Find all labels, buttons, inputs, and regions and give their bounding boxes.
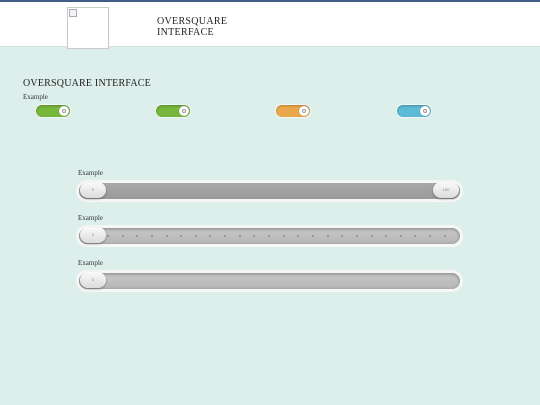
stepped-slider-track[interactable]: 0	[79, 227, 460, 244]
range-slider-min-handle[interactable]: 0	[80, 182, 106, 198]
slider-ticks	[107, 235, 446, 237]
slider-2-label: Example	[78, 214, 103, 222]
slider-tick	[224, 235, 227, 237]
header-bar: OVERSQUARE INTERFACE	[0, 0, 540, 49]
slider-tick	[414, 235, 417, 237]
slider-tick	[385, 235, 388, 237]
toggle-knob[interactable]	[179, 106, 189, 116]
section-subtitle: Example	[23, 93, 48, 101]
slider-tick	[238, 235, 241, 237]
range-slider-max-handle[interactable]: 100	[433, 182, 459, 198]
brand-line-1: OVERSQUARE	[157, 16, 228, 27]
toggle-knob[interactable]	[420, 106, 430, 116]
slider-tick	[429, 235, 432, 237]
slider-3-label: Example	[78, 259, 103, 267]
slider-tick	[297, 235, 300, 237]
slider-1-label: Example	[78, 169, 103, 177]
slider-tick	[268, 235, 271, 237]
slider-tick	[443, 235, 446, 237]
slider-tick	[136, 235, 139, 237]
toggle-green-2[interactable]	[156, 105, 190, 117]
slider-tick	[209, 235, 212, 237]
broken-image-icon	[69, 9, 77, 17]
toggle-knob[interactable]	[59, 106, 69, 116]
slider-tick	[165, 235, 168, 237]
slider-tick	[326, 235, 329, 237]
range-slider-track[interactable]: 0 100	[79, 182, 460, 199]
toggle-knob[interactable]	[299, 106, 309, 116]
slider-tick	[355, 235, 358, 237]
slider-tick	[107, 235, 109, 237]
slider-tick	[311, 235, 314, 237]
slider-tick	[150, 235, 153, 237]
slider-tick	[370, 235, 373, 237]
brand-line-2: INTERFACE	[157, 27, 214, 38]
brand-title: OVERSQUARE INTERFACE	[157, 16, 227, 38]
toggle-blue[interactable]	[397, 105, 431, 117]
stepped-slider-handle[interactable]: 0	[80, 227, 106, 243]
slider-tick	[399, 235, 402, 237]
single-slider-handle[interactable]: 0	[80, 272, 106, 288]
single-slider-track[interactable]: 0	[79, 272, 460, 289]
logo-image	[67, 7, 109, 49]
toggle-green-1[interactable]	[36, 105, 70, 117]
slider-tick	[253, 235, 256, 237]
slider-tick	[180, 235, 183, 237]
slider-tick	[282, 235, 285, 237]
slider-tick	[341, 235, 344, 237]
slider-tick	[194, 235, 197, 237]
range-slider-fill	[79, 183, 460, 199]
slider-tick	[121, 235, 124, 237]
toggle-orange[interactable]	[276, 105, 310, 117]
section-title: OVERSQUARE INTERFACE	[23, 78, 151, 89]
